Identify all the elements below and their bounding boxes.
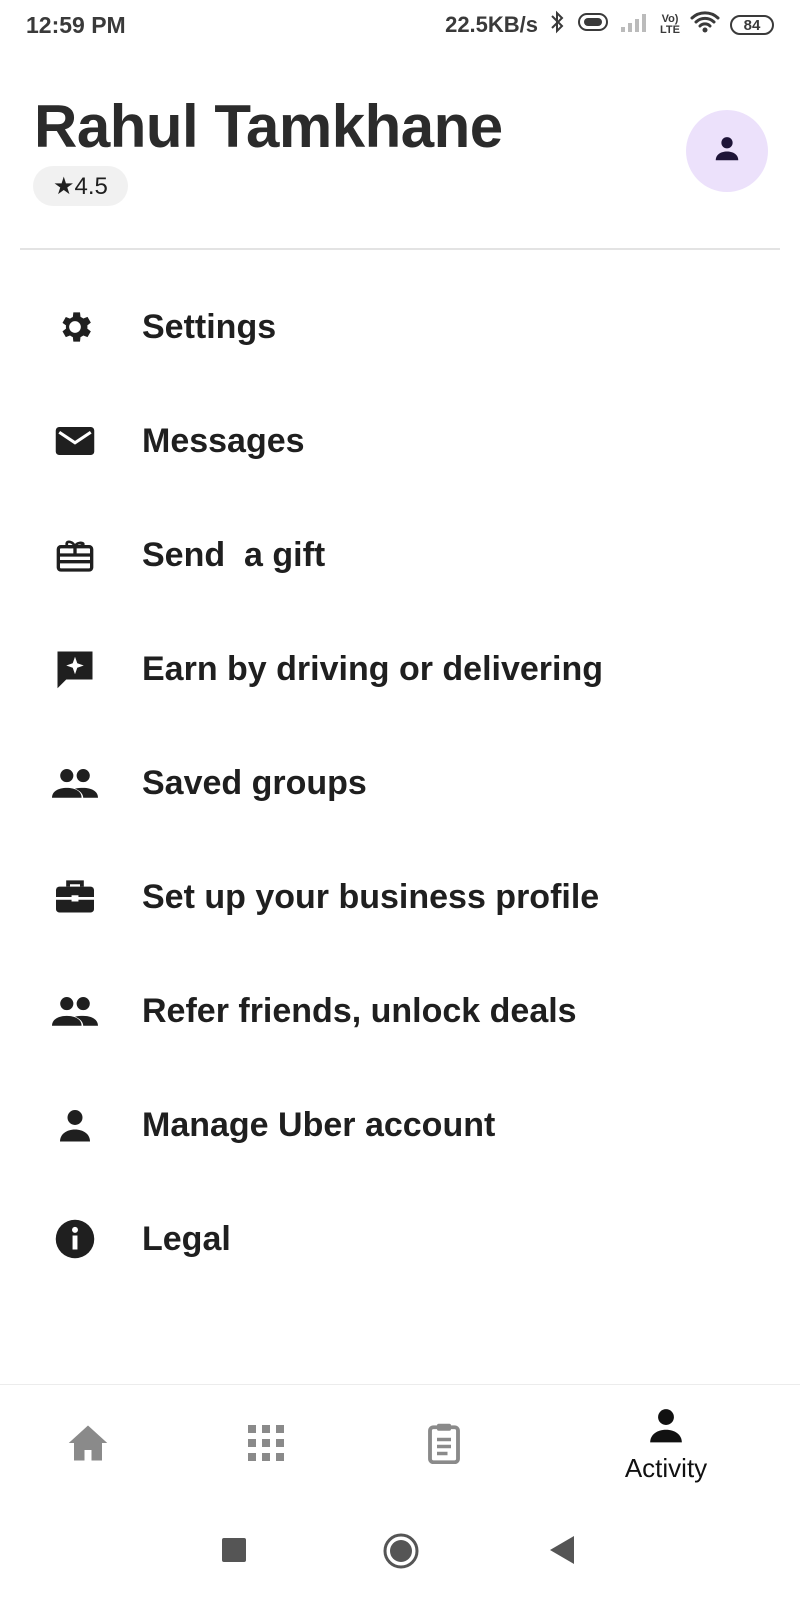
status-time: 12:59 PM [26, 11, 126, 38]
home-button[interactable] [382, 1532, 420, 1575]
grid-icon [248, 1424, 284, 1466]
menu-label: Refer friends, unlock deals [142, 991, 577, 1030]
menu-item-settings[interactable]: Settings [0, 270, 800, 384]
menu-label: Manage Uber account [142, 1105, 496, 1144]
menu-item-refer-friends[interactable]: Refer friends, unlock deals [0, 954, 800, 1068]
menu-label: Set up your business profile [142, 877, 600, 916]
volte-icon: Vo) LTE [660, 13, 680, 36]
profile-name: Rahul Tamkhane [34, 93, 503, 160]
menu-item-send-gift[interactable]: Send a gift [0, 498, 800, 612]
nav-activity-list[interactable] [412, 1385, 476, 1505]
menu-item-business-profile[interactable]: Set up your business profile [0, 840, 800, 954]
chat-sparkle-icon [52, 646, 98, 692]
system-nav-bar [0, 1504, 800, 1600]
vibrate-icon [576, 11, 610, 39]
menu-label: Saved groups [142, 763, 367, 802]
bluetooth-icon [548, 10, 566, 40]
recents-button[interactable] [222, 1538, 246, 1567]
menu-label: Settings [142, 307, 277, 346]
battery-indicator: 84 [730, 15, 774, 35]
person-icon [647, 1406, 685, 1449]
mail-icon [52, 418, 98, 464]
menu-item-legal[interactable]: Legal [0, 1182, 800, 1296]
network-speed: 22.5KB/s [445, 12, 539, 37]
menu-label: Earn by driving or delivering [142, 649, 603, 688]
signal-icon [620, 11, 650, 39]
wifi-icon [690, 10, 720, 40]
clipboard-icon [425, 1422, 463, 1469]
nav-services[interactable] [234, 1385, 298, 1505]
menu-label: Legal [142, 1219, 231, 1258]
menu-item-earn[interactable]: Earn by driving or delivering [0, 612, 800, 726]
group-icon [52, 760, 98, 806]
gear-icon [52, 304, 98, 350]
briefcase-icon [52, 874, 98, 920]
back-button[interactable] [550, 1536, 576, 1569]
gift-card-icon [52, 532, 98, 578]
avatar[interactable] [686, 110, 768, 192]
home-icon [67, 1423, 109, 1468]
nav-account[interactable]: Activity [600, 1385, 732, 1505]
status-bar: 12:59 PM 22.5KB/s Vo) LTE 84 [0, 0, 800, 50]
menu-label: Send a gift [142, 535, 326, 574]
menu-item-messages[interactable]: Messages [0, 384, 800, 498]
person-icon [52, 1102, 98, 1148]
header-divider [20, 248, 780, 250]
status-icons: 22.5KB/s Vo) LTE 84 [445, 10, 774, 40]
menu-label: Messages [142, 421, 305, 460]
menu-item-saved-groups[interactable]: Saved groups [0, 726, 800, 840]
person-icon [712, 134, 742, 169]
bottom-nav: Activity [0, 1384, 800, 1505]
info-icon [52, 1216, 98, 1262]
group-icon [52, 988, 98, 1034]
rating-badge: ★4.5 [33, 166, 128, 206]
nav-account-label: Activity [624, 1453, 708, 1483]
menu-item-manage-account[interactable]: Manage Uber account [0, 1068, 800, 1182]
account-menu: Settings Messages Send a gift Earn by dr… [0, 270, 800, 1296]
nav-home[interactable] [56, 1385, 120, 1505]
